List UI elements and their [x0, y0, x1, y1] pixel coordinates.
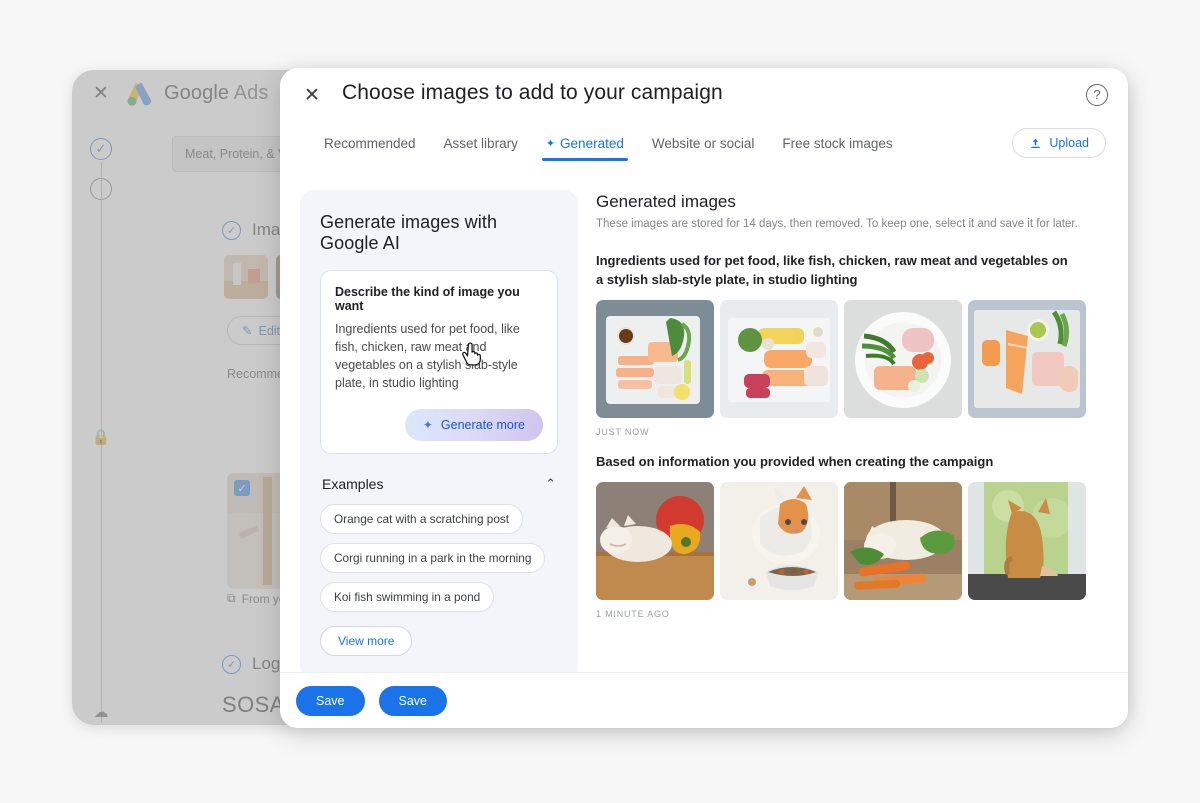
- mouse-cursor-pointer-icon: [462, 342, 481, 366]
- dialog-tabbar: Recommended Asset library ✦ Generated We…: [280, 128, 1128, 172]
- results-timestamp: JUST NOW: [596, 426, 650, 437]
- tab-asset-library[interactable]: Asset library: [430, 136, 532, 161]
- generated-image-grid: [596, 299, 1104, 418]
- generated-image[interactable]: [968, 299, 1086, 418]
- results-group-title: Based on information you provided when c…: [596, 453, 994, 469]
- view-more-button[interactable]: View more: [320, 625, 413, 656]
- dialog-body: Generate images with Google AI Describe …: [280, 172, 1128, 682]
- prompt-input[interactable]: Ingredients used for pet food, like fish…: [335, 320, 543, 393]
- results-timestamp: 1 MINUTE AGO: [596, 608, 670, 619]
- upload-button[interactable]: Upload: [1012, 128, 1106, 158]
- dialog-footer: Save Save: [280, 672, 1128, 728]
- generate-more-row: ✦ Generate more: [335, 408, 543, 441]
- tab-generated[interactable]: ✦ Generated: [532, 136, 638, 161]
- results-title: Generated images: [596, 192, 736, 211]
- results-group-title: Ingredients used for pet food, like fish…: [596, 253, 1068, 287]
- tab-recommended[interactable]: Recommended: [310, 136, 430, 161]
- generated-image[interactable]: [596, 481, 714, 600]
- close-icon[interactable]: ✕: [300, 84, 324, 108]
- sparkle-icon: ✦: [422, 417, 433, 432]
- sparkle-icon: ✦: [545, 138, 556, 150]
- generated-image[interactable]: [596, 299, 714, 418]
- example-chip[interactable]: Koi fish swimming in a pond: [320, 581, 495, 612]
- tab-free-stock-images[interactable]: Free stock images: [768, 136, 906, 161]
- dialog-header: ✕ Choose images to add to your campaign …: [280, 68, 1128, 124]
- choose-images-dialog: ✕ Choose images to add to your campaign …: [280, 68, 1128, 728]
- prompt-card: Describe the kind of image you want Ingr…: [320, 270, 558, 454]
- generated-image[interactable]: [844, 299, 962, 418]
- examples-list: Orange cat with a scratching post Corgi …: [320, 503, 558, 656]
- dialog-title: Choose images to add to your campaign: [342, 81, 723, 104]
- save-button-secondary[interactable]: Save: [378, 685, 447, 716]
- tab-website-or-social[interactable]: Website or social: [638, 136, 769, 161]
- example-chip[interactable]: Corgi running in a park in the morning: [320, 542, 546, 573]
- save-button-primary[interactable]: Save: [296, 685, 365, 716]
- help-icon[interactable]: ?: [1086, 84, 1108, 106]
- generated-image[interactable]: [720, 299, 838, 418]
- results-retention-note: These images are stored for 14 days, the…: [596, 218, 1078, 230]
- examples-header[interactable]: Examples ⌃: [322, 476, 556, 492]
- generated-image[interactable]: [844, 481, 962, 600]
- generated-image[interactable]: [968, 481, 1086, 600]
- generated-image-grid: [596, 481, 1104, 600]
- generate-panel: Generate images with Google AI Describe …: [300, 190, 578, 680]
- generate-more-button[interactable]: ✦ Generate more: [404, 408, 543, 441]
- generated-image[interactable]: [720, 481, 838, 600]
- chevron-up-icon[interactable]: ⌃: [545, 476, 556, 492]
- screen-root: ✕ Google Ads ✓ 🔒 ☁ Meat, Protein, & Vita…: [0, 0, 1200, 803]
- example-chip[interactable]: Orange cat with a scratching post: [320, 503, 524, 534]
- prompt-label: Describe the kind of image you want: [335, 285, 520, 313]
- upload-icon: [1031, 138, 1041, 148]
- examples-title: Examples: [322, 475, 384, 492]
- generate-panel-title: Generate images with Google AI: [320, 212, 498, 253]
- generated-results: Generated images These images are stored…: [578, 182, 1128, 682]
